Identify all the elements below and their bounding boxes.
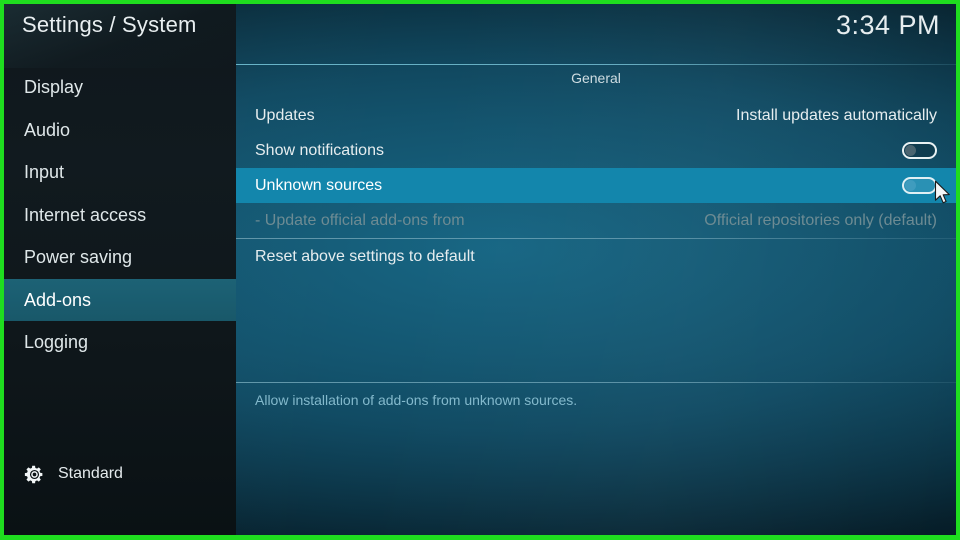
sidebar-item-label: Input xyxy=(24,162,65,182)
settings-list: Updates Install updates automatically Sh… xyxy=(236,98,956,274)
show-notifications-toggle[interactable] xyxy=(902,142,937,159)
setting-row-updates[interactable]: Updates Install updates automatically xyxy=(236,98,956,133)
sidebar-item-label: Logging xyxy=(24,332,89,352)
setting-row-reset-above-settings-to-default[interactable]: Reset above settings to default xyxy=(236,239,956,274)
setting-label: Updates xyxy=(255,107,315,124)
screen-capture-frame: Settings / System Display Audio Input In… xyxy=(0,0,960,540)
unknown-sources-toggle[interactable] xyxy=(902,177,937,194)
gear-icon xyxy=(24,465,43,483)
sidebar-item-display[interactable]: Display xyxy=(4,66,236,109)
sidebar-item-label: Audio xyxy=(24,119,71,140)
sidebar-nav: Display Audio Input Internet access Powe… xyxy=(4,66,236,364)
sidebar-item-label: Add-ons xyxy=(24,289,92,310)
settings-level-selector[interactable]: Standard xyxy=(4,457,236,491)
header-divider xyxy=(236,64,956,65)
setting-label: Reset above settings to default xyxy=(255,248,475,265)
setting-row-unknown-sources[interactable]: Unknown sources xyxy=(236,168,956,203)
settings-group-title: General xyxy=(571,70,621,86)
sidebar-item-label: Display xyxy=(24,77,84,97)
setting-label: - Update official add-ons from xyxy=(255,212,465,229)
kodi-settings-window: Settings / System Display Audio Input In… xyxy=(4,4,956,535)
sidebar-item-logging[interactable]: Logging xyxy=(4,321,236,364)
sidebar-item-label: Internet access xyxy=(24,204,147,225)
sidebar-item-add-ons[interactable]: Add-ons xyxy=(4,278,236,321)
setting-label: Unknown sources xyxy=(255,177,383,194)
settings-content-panel: 3:34 PM General Updates Install updates … xyxy=(236,4,956,535)
setting-value: Install updates automatically xyxy=(736,107,937,124)
toggle-knob xyxy=(905,145,916,156)
sidebar-item-internet-access[interactable]: Internet access xyxy=(4,194,236,237)
sidebar-item-power-saving[interactable]: Power saving xyxy=(4,236,236,279)
page-title: Settings / System xyxy=(22,12,197,37)
sidebar: Settings / System Display Audio Input In… xyxy=(4,4,236,535)
sidebar-item-label: Power saving xyxy=(24,247,133,267)
setting-help-text: Allow installation of add-ons from unkno… xyxy=(255,392,578,408)
clock: 3:34 PM xyxy=(835,10,940,40)
settings-level-label: Standard xyxy=(58,465,123,482)
setting-row-show-notifications[interactable]: Show notifications xyxy=(236,133,956,168)
sidebar-item-input[interactable]: Input xyxy=(4,151,236,194)
toggle-knob xyxy=(905,180,916,191)
setting-row-update-official-add-ons-from: - Update official add-ons from Official … xyxy=(236,203,956,238)
help-divider xyxy=(236,382,956,383)
setting-label: Show notifications xyxy=(255,142,384,159)
sidebar-item-audio[interactable]: Audio xyxy=(4,109,236,152)
setting-value: Official repositories only (default) xyxy=(704,212,937,229)
